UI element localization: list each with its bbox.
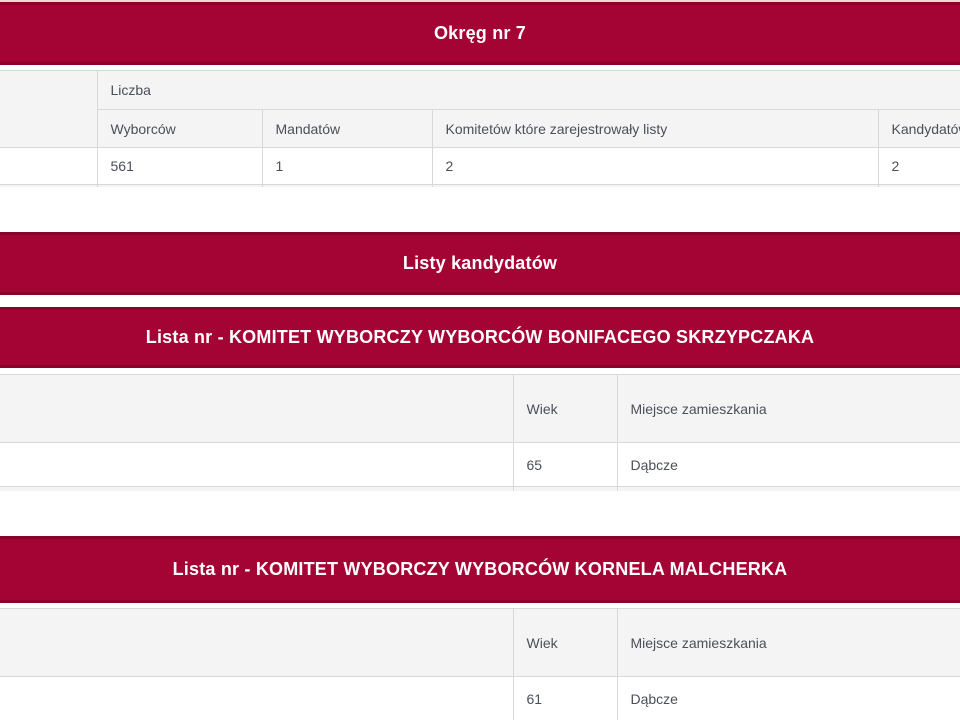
summary-col-header-voters: Wyborców <box>97 110 262 148</box>
summary-value-mandates: 1 <box>262 148 432 185</box>
residence-cell: Dąbcze <box>617 677 960 720</box>
residence-col-header: Miejsce zamieszkania <box>617 609 960 677</box>
clipped-next-row <box>0 487 960 492</box>
candidate-name-cell-empty <box>0 443 513 487</box>
summary-empty-header-cell <box>0 71 97 148</box>
candidate-name-header-empty <box>0 375 513 443</box>
candidate-name-header-empty <box>0 609 513 677</box>
summary-col-header-committees: Komitetów które zarejestrowały listy <box>432 110 878 148</box>
candidate-table-wrapper-1: Wiek Miejsce zamieszkania 65 Dąbcze <box>0 374 960 491</box>
summary-table: Liczba Wyborców Mandatów Komitetów które… <box>0 70 960 187</box>
summary-table-wrapper: Liczba Wyborców Mandatów Komitetów które… <box>0 70 960 187</box>
lists-section-bar: Listy kandydatów <box>0 232 960 295</box>
candidate-table-2: Wiek Miejsce zamieszkania 61 Dąbcze <box>0 608 960 720</box>
candidate-name-cell-empty <box>0 677 513 720</box>
candidate-table-wrapper-2: Wiek Miejsce zamieszkania 61 Dąbcze <box>0 608 960 720</box>
summary-col-header-mandates: Mandatów <box>262 110 432 148</box>
summary-group-header-cell: Liczba <box>97 71 960 110</box>
summary-value-committees: 2 <box>432 148 878 185</box>
district-title: Okręg nr 7 <box>434 23 526 44</box>
district-header-bar: Okręg nr 7 <box>0 2 960 65</box>
summary-col-header-candidates: Kandydatów <box>878 110 960 148</box>
residence-col-header: Miejsce zamieszkania <box>617 375 960 443</box>
age-cell: 65 <box>513 443 617 487</box>
candidate-list-title-1: Lista nr - KOMITET WYBORCZY WYBORCÓW BON… <box>146 327 814 348</box>
age-col-header: Wiek <box>513 609 617 677</box>
candidate-row: 61 Dąbcze <box>0 677 960 720</box>
age-cell: 61 <box>513 677 617 720</box>
candidate-list-bar-1: Lista nr - KOMITET WYBORCZY WYBORCÓW BON… <box>0 307 960 368</box>
age-col-header: Wiek <box>513 375 617 443</box>
candidate-table-1: Wiek Miejsce zamieszkania 65 Dąbcze <box>0 374 960 491</box>
summary-value-voters: 561 <box>97 148 262 185</box>
clipped-next-row <box>0 185 960 188</box>
candidate-row: 65 Dąbcze <box>0 443 960 487</box>
summary-data-row: 561 1 2 2 <box>0 148 960 185</box>
candidate-list-bar-2: Lista nr - KOMITET WYBORCZY WYBORCÓW KOR… <box>0 536 960 603</box>
summary-empty-cell <box>0 148 97 185</box>
candidate-list-title-2: Lista nr - KOMITET WYBORCZY WYBORCÓW KOR… <box>173 559 788 580</box>
lists-section-title: Listy kandydatów <box>403 253 557 274</box>
summary-value-candidates: 2 <box>878 148 960 185</box>
results-page: Okręg nr 7 Liczba Wyborców Mandatów Komi… <box>0 0 960 720</box>
residence-cell: Dąbcze <box>617 443 960 487</box>
